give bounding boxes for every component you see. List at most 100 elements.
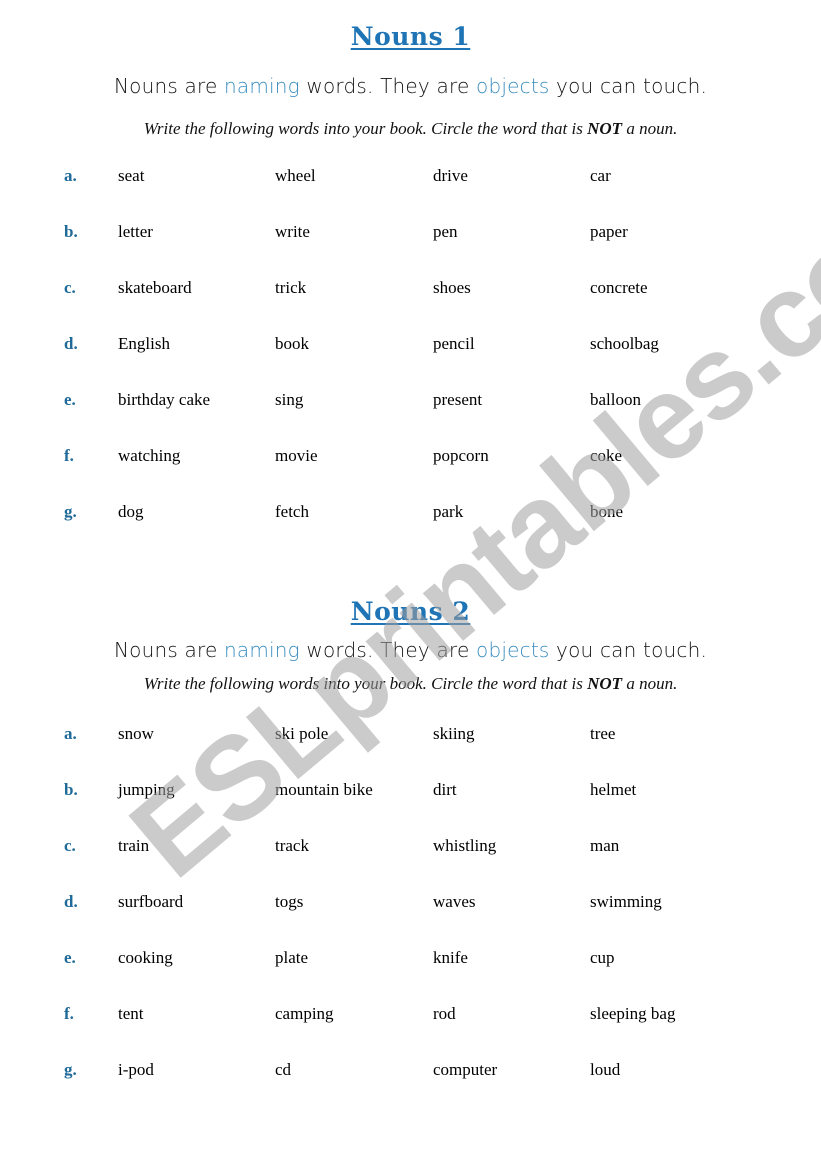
word-item: snow: [118, 724, 154, 743]
word-row: d. surfboard togs waves swimming: [0, 892, 821, 916]
highlight-objects: objects: [476, 74, 550, 98]
word-item: pencil: [433, 334, 475, 353]
row-letter: g.: [64, 1060, 77, 1079]
word-item: English: [118, 334, 170, 353]
row-letter: d.: [64, 334, 78, 353]
word-item: ski pole: [275, 724, 329, 743]
word-row: b. jumping mountain bike dirt helmet: [0, 780, 821, 804]
section-title-text: Nouns 1: [350, 22, 471, 51]
row-letter: d.: [64, 892, 78, 911]
word-row: a. snow ski pole skiing tree: [0, 724, 821, 748]
word-item: cooking: [118, 948, 173, 967]
word-item: trick: [275, 278, 307, 297]
word-item: popcorn: [433, 446, 489, 465]
word-item: skiing: [433, 724, 475, 743]
word-item: helmet: [590, 780, 637, 799]
row-letter: c.: [64, 836, 76, 855]
definition-line: Nouns are naming words. They are objects…: [0, 74, 821, 98]
row-letter: a.: [64, 724, 77, 743]
word-item: book: [275, 334, 309, 353]
row-letter: b.: [64, 780, 78, 799]
row-letter: f.: [64, 1004, 74, 1023]
word-row: c. train track whistling man: [0, 836, 821, 860]
word-item: fetch: [275, 502, 309, 521]
row-letter: a.: [64, 166, 77, 185]
row-letter: e.: [64, 390, 76, 409]
instruction-line: Write the following words into your book…: [0, 674, 821, 694]
word-row: f. tent camping rod sleeping bag: [0, 1004, 821, 1028]
definition-text: words. They are: [299, 74, 477, 98]
word-row: f. watching movie popcorn coke: [0, 446, 821, 470]
word-item: waves: [433, 892, 476, 911]
definition-text: you can touch.: [549, 74, 708, 98]
word-item: dirt: [433, 780, 457, 799]
definition-text: you can touch.: [549, 638, 708, 662]
word-item: cup: [590, 948, 615, 967]
highlight-objects: objects: [476, 638, 550, 662]
word-item: jumping: [118, 780, 175, 799]
definition-text: Nouns are: [113, 638, 225, 662]
section-title: Nouns 1: [0, 22, 821, 51]
word-item: surfboard: [118, 892, 184, 911]
word-item: seat: [118, 166, 145, 185]
row-letter: g.: [64, 502, 77, 521]
worksheet-page: Nouns 1 Nouns are naming words. They are…: [0, 0, 821, 1169]
word-item: shoes: [433, 278, 471, 297]
word-item: birthday cake: [118, 390, 211, 409]
word-item: letter: [118, 222, 153, 241]
word-item: car: [590, 166, 611, 185]
word-item: dog: [118, 502, 144, 521]
word-item: swimming: [590, 892, 662, 911]
row-letter: c.: [64, 278, 76, 297]
word-item: tree: [590, 724, 616, 743]
word-item: balloon: [590, 390, 641, 409]
word-item: bone: [590, 502, 624, 521]
word-item: rod: [433, 1004, 456, 1023]
row-letter: b.: [64, 222, 78, 241]
word-item: pen: [433, 222, 458, 241]
definition-text: Nouns are: [113, 74, 225, 98]
word-row: e. cooking plate knife cup: [0, 948, 821, 972]
word-item: loud: [590, 1060, 621, 1079]
word-item: whistling: [433, 836, 497, 855]
instruction-text: a noun.: [622, 674, 678, 693]
word-item: knife: [433, 948, 468, 967]
word-item: paper: [590, 222, 628, 241]
word-item: camping: [275, 1004, 334, 1023]
definition-text: words. They are: [299, 638, 477, 662]
word-row: c. skateboard trick shoes concrete: [0, 278, 821, 302]
word-item: present: [433, 390, 483, 409]
word-row: g. dog fetch park bone: [0, 502, 821, 526]
word-item: track: [275, 836, 309, 855]
word-item: cd: [275, 1060, 292, 1079]
word-item: wheel: [275, 166, 316, 185]
word-item: schoolbag: [590, 334, 659, 353]
word-item: train: [118, 836, 150, 855]
highlight-naming: naming: [224, 74, 300, 98]
instruction-text: a noun.: [622, 119, 678, 138]
instruction-emphasis: NOT: [587, 119, 623, 138]
word-item: watching: [118, 446, 181, 465]
word-item: drive: [433, 166, 468, 185]
word-item: man: [590, 836, 620, 855]
word-item: concrete: [590, 278, 648, 297]
word-row: e. birthday cake sing present balloon: [0, 390, 821, 414]
word-item: tent: [118, 1004, 144, 1023]
word-item: mountain bike: [275, 780, 373, 799]
word-item: sleeping bag: [590, 1004, 676, 1023]
section-title-text: Nouns 2: [350, 597, 471, 626]
instruction-emphasis: NOT: [587, 674, 623, 693]
word-item: sing: [275, 390, 304, 409]
instruction-text: Write the following words into your book…: [143, 674, 588, 693]
word-row: g. i-pod cd computer loud: [0, 1060, 821, 1084]
word-item: park: [433, 502, 464, 521]
word-item: write: [275, 222, 310, 241]
word-item: plate: [275, 948, 309, 967]
instruction-text: Write the following words into your book…: [143, 119, 588, 138]
word-item: togs: [275, 892, 304, 911]
word-item: i-pod: [118, 1060, 154, 1079]
row-letter: e.: [64, 948, 76, 967]
definition-line: Nouns are naming words. They are objects…: [0, 638, 821, 662]
instruction-line: Write the following words into your book…: [0, 119, 821, 139]
word-item: skateboard: [118, 278, 192, 297]
